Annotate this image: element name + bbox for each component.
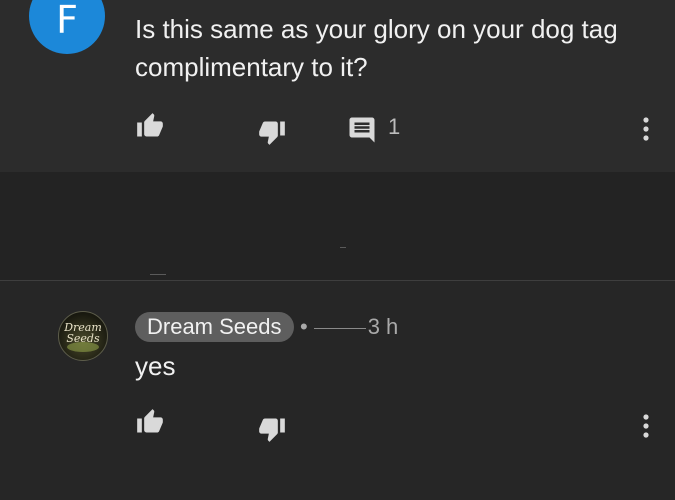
more-options-icon[interactable] (636, 115, 656, 143)
top-comment: F Is this same as your glory on your dog… (0, 0, 675, 172)
meta-dash (313, 327, 366, 329)
like-icon[interactable] (134, 408, 166, 436)
render-artifact (150, 274, 166, 275)
meta-separator: • (300, 314, 308, 339)
reply-icon[interactable] (346, 115, 378, 145)
comment-text: Is this same as your glory on your dog t… (135, 14, 618, 82)
timestamp[interactable]: 3 h (368, 314, 399, 339)
more-options-icon[interactable] (636, 412, 656, 440)
thread-gap (0, 172, 675, 280)
avatar-letter: F (56, 0, 78, 42)
dislike-icon[interactable] (256, 118, 288, 146)
avatar[interactable]: Dream Seeds (58, 311, 108, 361)
author-badge[interactable]: Dream Seeds (135, 312, 294, 342)
comment-meta: • 3 h (300, 313, 398, 341)
comment-text: yes (135, 351, 176, 381)
dislike-icon[interactable] (256, 415, 288, 443)
render-artifact (340, 247, 346, 248)
avatar[interactable]: F (29, 0, 105, 54)
avatar-logo: Dream Seeds (64, 321, 102, 345)
reply-count: 1 (388, 114, 401, 139)
like-icon[interactable] (134, 112, 166, 140)
